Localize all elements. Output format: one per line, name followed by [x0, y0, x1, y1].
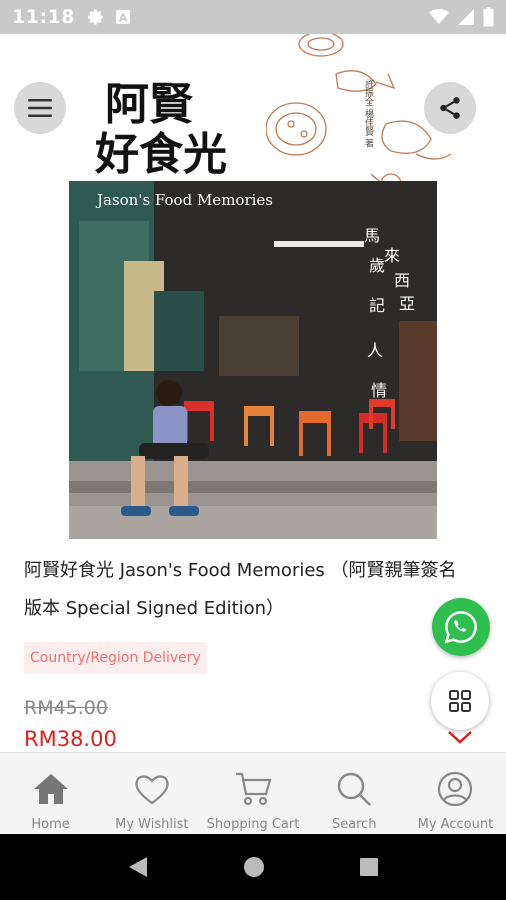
original-price: RM45.00 [24, 697, 108, 719]
cart-icon [233, 769, 273, 809]
quick-menu-button[interactable] [431, 672, 489, 730]
gear-icon [88, 9, 103, 25]
svg-text:亞: 亞 [399, 294, 415, 313]
svg-text:馬: 馬 [364, 226, 380, 245]
hamburger-menu-icon [28, 99, 52, 117]
recents-icon[interactable] [359, 857, 379, 877]
svg-text:歲: 歲 [369, 256, 385, 275]
cover-english-title: Jason's Food Memories [97, 191, 273, 209]
status-bar: 11:18 A [0, 0, 506, 34]
nav-item-cart[interactable]: Shopping Cart [202, 753, 303, 834]
status-left-icons: A [87, 8, 131, 26]
svg-text:來: 來 [384, 246, 400, 265]
grid-icon [449, 690, 471, 712]
status-right-icons [429, 7, 494, 27]
share-button[interactable] [424, 82, 476, 134]
svg-text:西: 西 [394, 271, 410, 290]
chinese-title: 阿賢 好食光 [95, 80, 227, 180]
menu-button[interactable] [14, 82, 66, 134]
home-circle-icon[interactable] [243, 856, 265, 878]
wifi-icon [429, 9, 449, 24]
nav-label-account: My Account [417, 817, 494, 832]
status-time: 11:18 [12, 6, 75, 28]
chinese-title-line2: 好食光 [95, 129, 227, 180]
nav-item-search[interactable]: Search [304, 753, 405, 834]
chinese-title-line1: 阿賢 [105, 79, 193, 130]
cover-scene: 馬來西亞 歲記人情 [69, 181, 437, 539]
product-title: 阿賢好食光 Jason's Food Memories （阿賢親筆簽名版本 Sp… [24, 560, 457, 619]
svg-text:人: 人 [367, 341, 383, 360]
nav-label-cart: Shopping Cart [206, 817, 300, 832]
account-icon [435, 769, 475, 809]
delivery-badge: Country/Region Delivery [24, 642, 207, 674]
signal-icon [458, 9, 474, 25]
svg-text:A: A [119, 12, 128, 25]
book-cover-photo: 馬來西亞 歲記人情 Jason's Food Memories [69, 181, 437, 539]
whatsapp-icon [444, 611, 477, 644]
nav-label-home: Home [31, 817, 70, 832]
nav-label-wishlist: My Wishlist [115, 817, 189, 832]
nav-label-search: Search [331, 817, 377, 832]
share-icon [440, 97, 460, 119]
chevron-down-icon[interactable] [446, 729, 474, 745]
a-box-icon: A [115, 10, 130, 25]
heart-icon [132, 769, 172, 809]
product-image[interactable]: 許振全 楊佳賢 著 阿賢 好食光 馬 來 西 亞 歲 記 人 情 Jason's… [0, 34, 506, 548]
search-icon [334, 769, 374, 809]
nav-item-home[interactable]: Home [0, 753, 101, 834]
back-icon[interactable] [127, 855, 149, 879]
nav-item-account[interactable]: My Account [405, 753, 506, 834]
sale-price: RM38.00 [24, 727, 117, 751]
svg-text:情: 情 [371, 381, 387, 400]
bottom-navigation: Home My Wishlist Shopping Cart Search My… [0, 752, 506, 834]
author-credit: 許振全 楊佳賢 著 [363, 78, 374, 148]
home-icon [31, 769, 71, 809]
battery-icon [483, 7, 494, 27]
whatsapp-button[interactable] [432, 598, 490, 656]
system-navigation-bar [0, 834, 506, 900]
nav-item-wishlist[interactable]: My Wishlist [101, 753, 202, 834]
svg-text:記: 記 [369, 296, 385, 315]
